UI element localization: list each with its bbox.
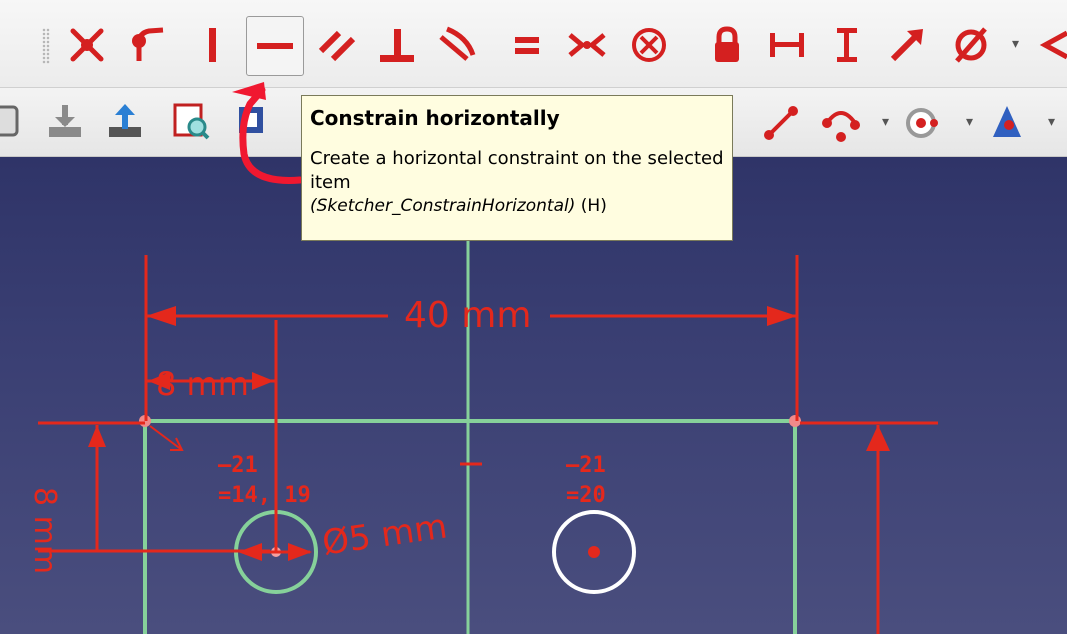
constrain-equal-button[interactable] [506, 24, 548, 66]
constrain-equal-icon [515, 37, 539, 54]
constrain-block-button[interactable] [628, 24, 670, 66]
constrain-lock-button[interactable] [706, 24, 748, 66]
corner-point-right[interactable] [789, 415, 801, 427]
diameter-dropdown-arrow[interactable]: ▾ [1012, 36, 1019, 52]
dimension-width-label[interactable]: 40 mm [404, 295, 531, 336]
constrain-distance-icon [890, 29, 923, 62]
constraint-label-right-2: =20 [566, 483, 606, 508]
constraint-label-right-1: –21 [566, 453, 606, 478]
constrain-horizontal-distance-button[interactable] [766, 24, 808, 66]
arc-icon [822, 111, 860, 142]
constrain-point-on-object-button[interactable] [126, 24, 168, 66]
line-tool-button[interactable] [760, 102, 802, 144]
dimension-offset-label[interactable]: 8 mm [156, 365, 249, 403]
constrain-symmetric-button[interactable] [566, 24, 608, 66]
arc-tool-button[interactable] [820, 102, 862, 144]
dimension-vertical-label[interactable]: 8 mm [27, 487, 62, 574]
save-sketch-button[interactable] [44, 100, 86, 142]
zoom-selection-button[interactable] [170, 100, 212, 142]
constrain-angle-button[interactable] [1030, 24, 1067, 66]
circle-icon [906, 108, 938, 138]
constrain-distance-button[interactable] [886, 24, 928, 66]
constrain-diameter-icon [955, 27, 987, 63]
upload-icon [109, 104, 141, 137]
upload-button[interactable] [104, 100, 146, 142]
constrain-angle-icon [1039, 30, 1067, 60]
zoom-selection-icon [173, 103, 210, 140]
constrain-block-icon [632, 28, 666, 62]
constrain-parallel-icon [318, 30, 356, 62]
constraint-label-left-1: –21 [218, 453, 258, 478]
point-icon [993, 106, 1021, 137]
constrain-coincident-icon [70, 28, 104, 62]
tooltip-description: Create a horizontal constraint on the se… [310, 148, 724, 193]
sketcher-constraints-toolbar: ▾ [0, 0, 1067, 88]
constrain-vertical-icon [209, 28, 216, 62]
arc-dropdown-arrow[interactable]: ▾ [882, 114, 889, 130]
line-icon [764, 106, 798, 140]
constrain-horizontal-button[interactable] [246, 16, 304, 76]
circle-dropdown-arrow[interactable]: ▾ [966, 114, 973, 130]
point-dropdown-arrow[interactable]: ▾ [1048, 114, 1055, 130]
constrain-coincident-button[interactable] [66, 24, 108, 66]
circle-tool-button[interactable] [902, 102, 944, 144]
constrain-vertical-distance-icon [837, 28, 857, 62]
constraint-label-left-2: =14, 19 [218, 483, 311, 508]
right-hole-center[interactable] [588, 546, 600, 558]
constrain-horizontal-distance-icon [770, 33, 804, 57]
partial-icon [0, 105, 19, 137]
constrain-tangent-icon [439, 26, 476, 61]
constrain-symmetric-icon [568, 33, 606, 57]
constrain-point-on-object-icon [132, 27, 164, 61]
point-tool-button[interactable] [986, 102, 1028, 144]
tooltip-command-name: (Sketcher_ConstrainHorizontal) [310, 196, 576, 216]
constrain-diameter-button[interactable] [950, 24, 992, 66]
constrain-tangent-button[interactable] [436, 24, 478, 66]
tooltip: Constrain horizontally Create a horizont… [301, 95, 733, 241]
tooltip-title: Constrain horizontally [310, 106, 560, 130]
constrain-lock-icon [715, 26, 739, 62]
constrain-vertical-button[interactable] [192, 24, 234, 66]
constrain-parallel-button[interactable] [316, 24, 358, 66]
tooltip-command: (Sketcher_ConstrainHorizontal) (H) [310, 195, 724, 217]
constrain-perpendicular-button[interactable] [376, 24, 418, 66]
annotation-arrow [232, 82, 304, 184]
toolbar-grip[interactable] [42, 28, 50, 64]
constrain-vertical-distance-button[interactable] [826, 24, 868, 66]
save-icon [49, 105, 81, 137]
partial-tool-button[interactable] [0, 100, 28, 142]
constrain-perpendicular-icon [380, 29, 414, 62]
tooltip-shortcut: (H) [580, 196, 607, 216]
constrain-horizontal-icon [257, 43, 293, 49]
